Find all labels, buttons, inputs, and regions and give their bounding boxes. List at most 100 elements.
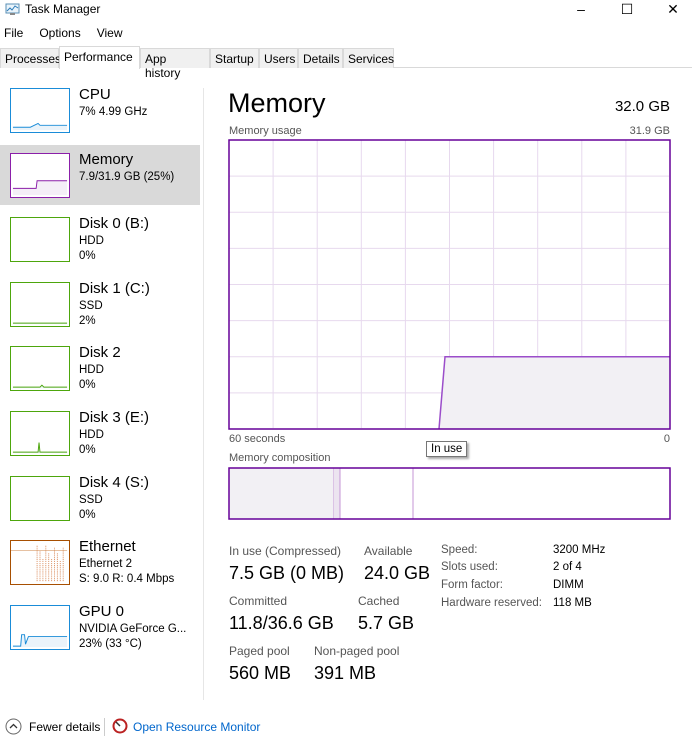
sidebar-item-disk-1-c[interactable]: Disk 1 (C:) SSD 2%	[0, 274, 200, 334]
non-paged-pool-value: 391 MB	[314, 663, 377, 683]
sidebar-item-disk-3-e[interactable]: Disk 3 (E:) HDD 0%	[0, 403, 200, 463]
menu-file[interactable]: File	[4, 26, 23, 40]
menu-bar: File Options View	[0, 24, 135, 42]
fewer-details-button[interactable]: Fewer details	[29, 720, 100, 734]
tab-startup[interactable]: Startup	[210, 48, 259, 68]
sidebar-item-status: S: 9.0 R: 0.4 Mbps	[79, 573, 175, 586]
maximize-button[interactable]: ☐	[604, 0, 650, 20]
close-button[interactable]: ✕	[650, 0, 692, 20]
sidebar-item-name: Ethernet	[79, 538, 136, 556]
sidebar-item-detail: SSD	[79, 299, 103, 312]
tab-users[interactable]: Users	[259, 48, 298, 68]
tab-processes[interactable]: Processes	[0, 48, 61, 68]
page-title: Memory	[228, 88, 326, 118]
sidebar-item-detail: HDD	[79, 429, 104, 441]
sidebar-item-status: 23% (33 °C)	[79, 637, 142, 650]
sidebar-thumbnail-graph	[10, 88, 70, 133]
menu-view[interactable]: View	[97, 26, 123, 40]
footer: Fewer details Open Resource Monitor	[0, 716, 692, 740]
form-factor-label: Form factor:	[441, 579, 503, 591]
sidebar-item-name: CPU	[79, 86, 111, 103]
sidebar-item-name: Disk 0 (B:)	[79, 215, 150, 233]
sidebar-item-detail: 7.9/31.9 GB (25%)	[79, 170, 175, 183]
tab-details[interactable]: Details	[298, 48, 343, 68]
sidebar-item-name: Disk 2	[79, 344, 121, 362]
usage-area	[439, 356, 670, 429]
tab-bar: Processes Performance App history Startu…	[0, 46, 692, 80]
tab-services[interactable]: Services	[343, 48, 394, 68]
sidebar-item-detail: NVIDIA GeForce G...	[79, 622, 187, 635]
open-resource-monitor-link[interactable]: Open Resource Monitor	[133, 720, 260, 734]
task-manager-icon	[5, 3, 20, 15]
in-use-label: In use (Compressed)	[229, 544, 342, 558]
slots-value: 2 of 4	[553, 561, 582, 573]
sidebar-item-detail: 7% 4.99 GHz	[79, 106, 148, 118]
sidebar-item-status: 0%	[79, 250, 96, 263]
sidebar-item-memory[interactable]: Memory 7.9/31.9 GB (25%)	[0, 144, 200, 205]
sidebar-thumbnail-graph	[10, 475, 70, 521]
sidebar-item-name: GPU 0	[79, 602, 125, 620]
x-axis-right-label: 0	[663, 433, 670, 445]
in-use-value: 7.5 GB (0 MB)	[229, 563, 345, 583]
sidebar-item-detail: HDD	[79, 235, 104, 248]
cached-label: Cached	[358, 594, 400, 608]
committed-label: Committed	[229, 594, 288, 608]
composition-in-use[interactable]	[229, 468, 334, 519]
memory-usage-graph	[228, 139, 671, 430]
sidebar-item-name: Disk 3 (E:)	[79, 409, 150, 426]
composition-modified[interactable]	[334, 468, 340, 519]
sidebar-item-disk-4-s[interactable]: Disk 4 (S:) SSD 0%	[0, 468, 200, 528]
sidebar-item-cpu[interactable]: CPU 7% 4.99 GHz	[0, 80, 200, 140]
hardware-reserved-label: Hardware reserved:	[441, 597, 542, 609]
sidebar-thumbnail-graph	[10, 540, 70, 586]
usage-label: Memory usage	[229, 125, 302, 137]
slots-label: Slots used:	[441, 561, 498, 573]
divider	[203, 88, 204, 700]
x-axis-left-label: 60 seconds	[229, 433, 286, 445]
sidebar-item-disk-0-b[interactable]: Disk 0 (B:) HDD 0%	[0, 209, 200, 269]
committed-value: 11.8/36.6 GB	[229, 613, 334, 633]
available-label: Available	[364, 544, 413, 558]
sidebar-thumbnail-graph	[10, 346, 70, 392]
sidebar-thumbnail-graph	[10, 281, 70, 327]
sidebar-item-name: Disk 1 (C:)	[79, 279, 150, 297]
form-factor-value: DIMM	[553, 579, 584, 591]
non-paged-pool-label: Non-paged pool	[314, 644, 400, 658]
sidebar-item-status: 0%	[79, 379, 96, 392]
sidebar-item-status: 0%	[79, 508, 96, 521]
sidebar-item-detail: SSD	[79, 493, 103, 506]
menu-options[interactable]: Options	[39, 26, 80, 40]
sidebar-item-name: Memory	[79, 150, 134, 168]
sidebar-thumbnail-graph	[10, 411, 70, 456]
resource-monitor-icon	[112, 718, 128, 734]
footer-separator	[104, 718, 105, 736]
sidebar-item-name: Disk 4 (S:)	[79, 473, 150, 491]
sidebar-item-status: 2%	[79, 314, 96, 327]
usage-max: 31.9 GB	[629, 125, 670, 137]
minimize-button[interactable]: –	[558, 0, 604, 20]
window-title: Task Manager	[25, 2, 101, 16]
tooltip: In use	[426, 441, 468, 457]
paged-pool-label: Paged pool	[229, 644, 290, 658]
sidebar-thumbnail-graph	[10, 217, 70, 263]
speed-label: Speed:	[441, 544, 478, 556]
sidebar-item-disk-2[interactable]: Disk 2 HDD 0%	[0, 338, 200, 398]
sidebar-item-ethernet[interactable]: Ethernet Ethernet 2 S: 9.0 R: 0.4 Mbps	[0, 532, 200, 592]
hardware-reserved-value: 118 MB	[553, 597, 592, 609]
speed-value: 3200 MHz	[553, 544, 606, 556]
sidebar-item-status: 0%	[79, 444, 96, 456]
tab-performance[interactable]: Performance	[59, 46, 140, 69]
cached-value: 5.7 GB	[358, 613, 415, 633]
chevron-up-circle-icon[interactable]	[5, 718, 22, 735]
sidebar-thumbnail-graph	[10, 152, 70, 198]
sidebar-item-detail: HDD	[79, 364, 104, 377]
memory-composition-bar[interactable]	[228, 467, 671, 520]
tab-app-history[interactable]: App history	[140, 48, 210, 80]
sidebar-item-detail: Ethernet 2	[79, 558, 133, 571]
available-value: 24.0 GB	[364, 563, 431, 583]
sidebar-item-gpu-0[interactable]: GPU 0 NVIDIA GeForce G... 23% (33 °C)	[0, 597, 200, 657]
sidebar-thumbnail-graph	[10, 604, 70, 650]
memory-total: 32.0 GB	[614, 98, 670, 115]
paged-pool-value: 560 MB	[229, 663, 292, 683]
composition-label: Memory composition	[229, 452, 331, 464]
